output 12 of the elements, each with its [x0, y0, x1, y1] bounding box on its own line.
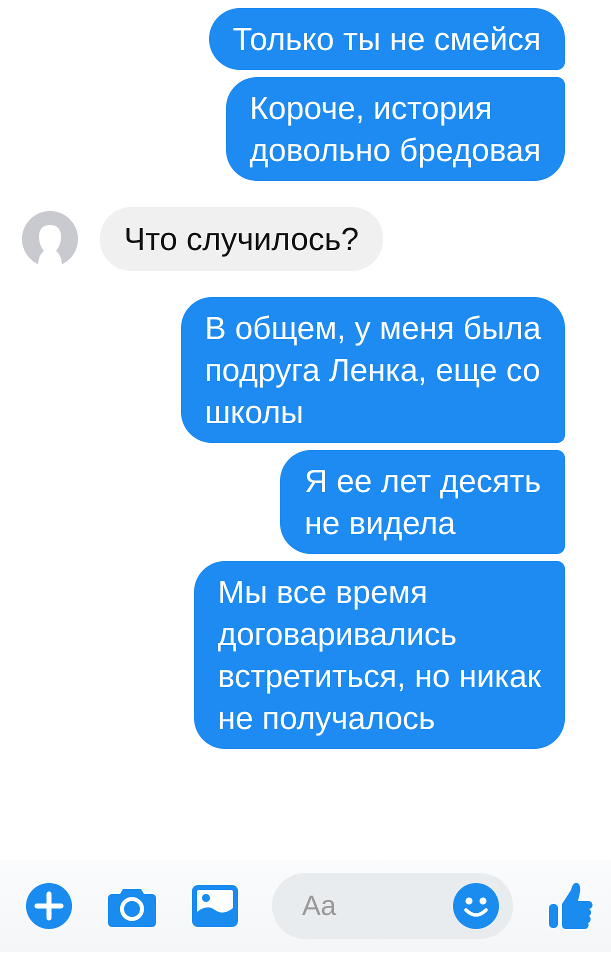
smiley-icon[interactable]: [453, 883, 499, 929]
thumbs-up-icon[interactable]: [549, 882, 593, 930]
sent-message: Я ее лет десять не видела: [280, 450, 565, 554]
sent-message: В общем, у меня была подруга Ленка, еще со школы: [180, 297, 565, 443]
image-icon[interactable]: [192, 885, 238, 927]
received-message: Что случилось?: [100, 207, 383, 271]
sent-message: Только ты не смейся: [208, 8, 565, 70]
plus-icon[interactable]: [26, 883, 72, 929]
sent-message: Мы все время договаривались встретиться, но никак не получалось: [194, 561, 565, 749]
sent-message: Короче, история довольно бредовая: [226, 77, 565, 181]
avatar-icon: [22, 211, 78, 267]
message-field[interactable]: Aa: [272, 873, 513, 939]
